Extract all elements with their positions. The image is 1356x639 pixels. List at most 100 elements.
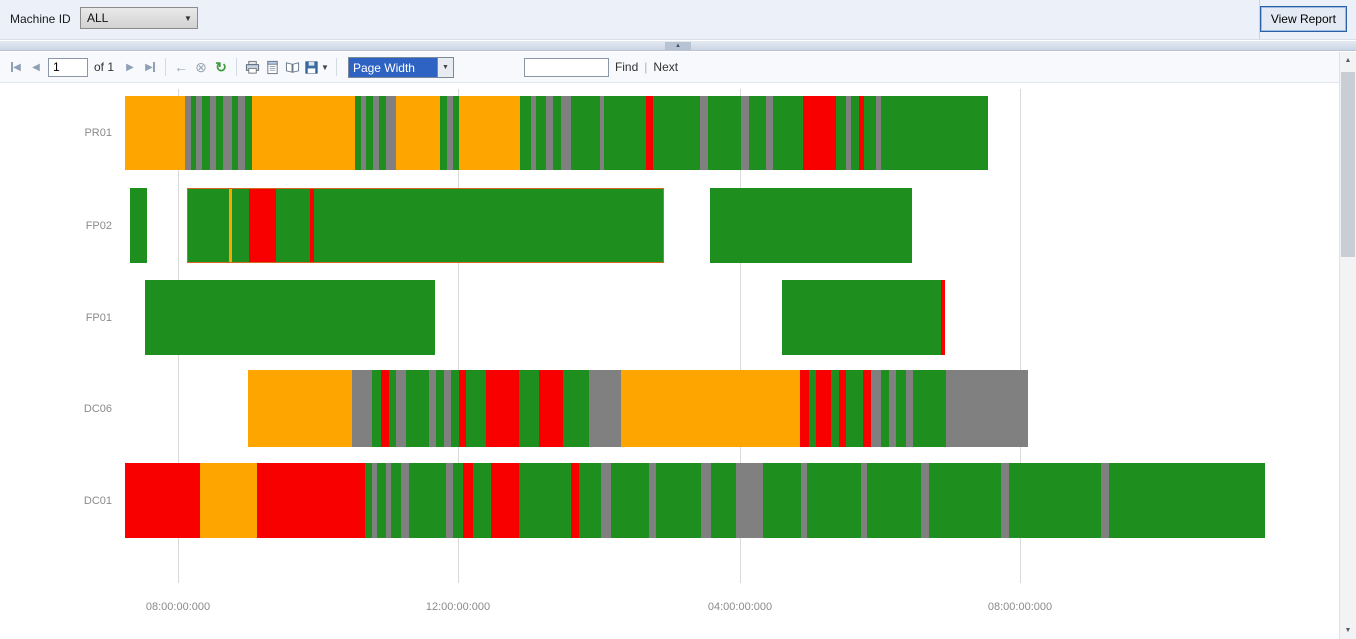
gantt-segment: [561, 96, 571, 170]
scrollbar-thumb[interactable]: [1341, 72, 1355, 257]
find-next-link[interactable]: Next: [653, 60, 678, 74]
print-button[interactable]: [242, 56, 262, 78]
gantt-segment: [867, 463, 921, 538]
gantt-segment: [473, 463, 491, 538]
gantt-segment: [429, 370, 436, 447]
gantt-segment: [621, 370, 800, 447]
find-link[interactable]: Find: [615, 60, 638, 74]
gantt-segment: [611, 463, 649, 538]
gantt-segment: [314, 188, 664, 263]
gantt-segment: [1101, 463, 1109, 538]
parameter-bar: Machine ID ALL ▼ View Report: [0, 0, 1356, 40]
stop-icon: ⊗: [195, 58, 207, 75]
gantt-segment: [653, 96, 700, 170]
previous-page-button[interactable]: ◀: [26, 56, 46, 78]
zoom-dropdown[interactable]: Page Width ▼: [347, 56, 454, 78]
print-layout-icon: [266, 60, 278, 74]
gantt-segment: [391, 463, 401, 538]
gantt-segment: [741, 96, 749, 170]
gantt-chart: 08:00:00:000 12:00:00:000 04:00:00:000 08:0…: [0, 83, 1339, 639]
gantt-segment: [871, 370, 881, 447]
gantt-segment: [710, 188, 912, 263]
gantt-segment: [803, 96, 836, 170]
machine-id-dropdown[interactable]: ALL ▼: [80, 7, 198, 29]
current-page-input[interactable]: [48, 57, 88, 77]
back-to-parent-button[interactable]: ←: [171, 56, 191, 78]
gantt-segment: [406, 370, 429, 447]
find-text-input[interactable]: [523, 57, 609, 77]
gantt-segment: [809, 370, 816, 447]
axis-tick-label: 08:00:00:000: [145, 601, 211, 613]
gantt-segment: [451, 370, 459, 447]
next-page-icon: ▶: [126, 61, 134, 73]
scroll-down-icon: ▼: [1344, 627, 1352, 634]
refresh-icon: ↻: [215, 58, 227, 75]
gantt-segment: [539, 370, 563, 447]
refresh-button[interactable]: ↻: [211, 56, 231, 78]
gantt-segment: [491, 463, 519, 538]
export-button[interactable]: ▼: [302, 56, 331, 78]
view-report-button[interactable]: View Report: [1259, 6, 1347, 32]
gantt-segment: [519, 370, 539, 447]
toolbar-separator: [335, 58, 337, 76]
machine-id-value: ALL: [87, 11, 109, 25]
gantt-segment: [486, 370, 519, 447]
gantt-segment: [906, 370, 913, 447]
gantt-segment: [946, 370, 1028, 447]
print-layout-button[interactable]: [262, 56, 282, 78]
gantt-segment: [216, 96, 223, 170]
gantt-segment: [444, 370, 451, 447]
gantt-segment: [921, 463, 929, 538]
gantt-segment: [409, 463, 446, 538]
gantt-segment: [1109, 463, 1265, 538]
gantt-segment: [396, 370, 406, 447]
gantt-segment: [248, 370, 352, 447]
gantt-segment: [125, 96, 185, 170]
save-export-icon: [305, 60, 318, 74]
gantt-segment: [571, 96, 600, 170]
vertical-scrollbar[interactable]: ▲ ▼: [1339, 52, 1356, 639]
gantt-segment: [708, 96, 741, 170]
gantt-segment: [276, 188, 310, 263]
gantt-segment: [782, 280, 941, 355]
gantt-segment: [546, 96, 553, 170]
gantt-segment: [459, 96, 520, 170]
previous-page-icon: ◀: [32, 61, 40, 73]
gantt-segment: [604, 96, 646, 170]
gantt-segment: [389, 370, 396, 447]
gantt-segment: [831, 370, 839, 447]
scroll-down-button[interactable]: ▼: [1340, 622, 1356, 639]
gantt-segment: [252, 96, 355, 170]
gantt-segment: [881, 370, 889, 447]
last-page-button[interactable]: ▶: [140, 56, 160, 78]
gantt-segment: [386, 96, 396, 170]
gantt-segment: [589, 370, 621, 447]
collapse-parameters-handle[interactable]: ▲: [665, 42, 691, 50]
export-dropdown-caret-icon: ▼: [321, 62, 329, 72]
next-page-button[interactable]: ▶: [120, 56, 140, 78]
gantt-segment: [245, 96, 252, 170]
chevron-down-icon: ▼: [184, 13, 192, 23]
gantt-segment: [396, 96, 440, 170]
gantt-segment: [453, 463, 463, 538]
gantt-segment: [232, 188, 249, 263]
gantt-segment: [571, 463, 579, 538]
toolbar-separator: [236, 58, 238, 76]
gantt-segment: [711, 463, 736, 538]
first-page-button[interactable]: ◀: [6, 56, 26, 78]
gantt-segment: [466, 370, 486, 447]
gantt-segment: [446, 463, 453, 538]
gantt-segment: [1001, 463, 1009, 538]
row-label-dc06: DC06: [83, 402, 112, 415]
zoom-dropdown-button[interactable]: ▼: [436, 57, 453, 77]
stop-rendering-button[interactable]: ⊗: [191, 56, 211, 78]
scroll-up-button[interactable]: ▲: [1340, 52, 1356, 69]
gantt-segment: [839, 370, 846, 447]
gantt-segment: [579, 463, 601, 538]
gantt-segment: [366, 96, 373, 170]
page-setup-button[interactable]: [282, 56, 302, 78]
gantt-segment: [763, 463, 801, 538]
last-page-icon: ▶: [145, 61, 153, 73]
gantt-segment: [536, 96, 546, 170]
gantt-segment: [941, 280, 945, 355]
